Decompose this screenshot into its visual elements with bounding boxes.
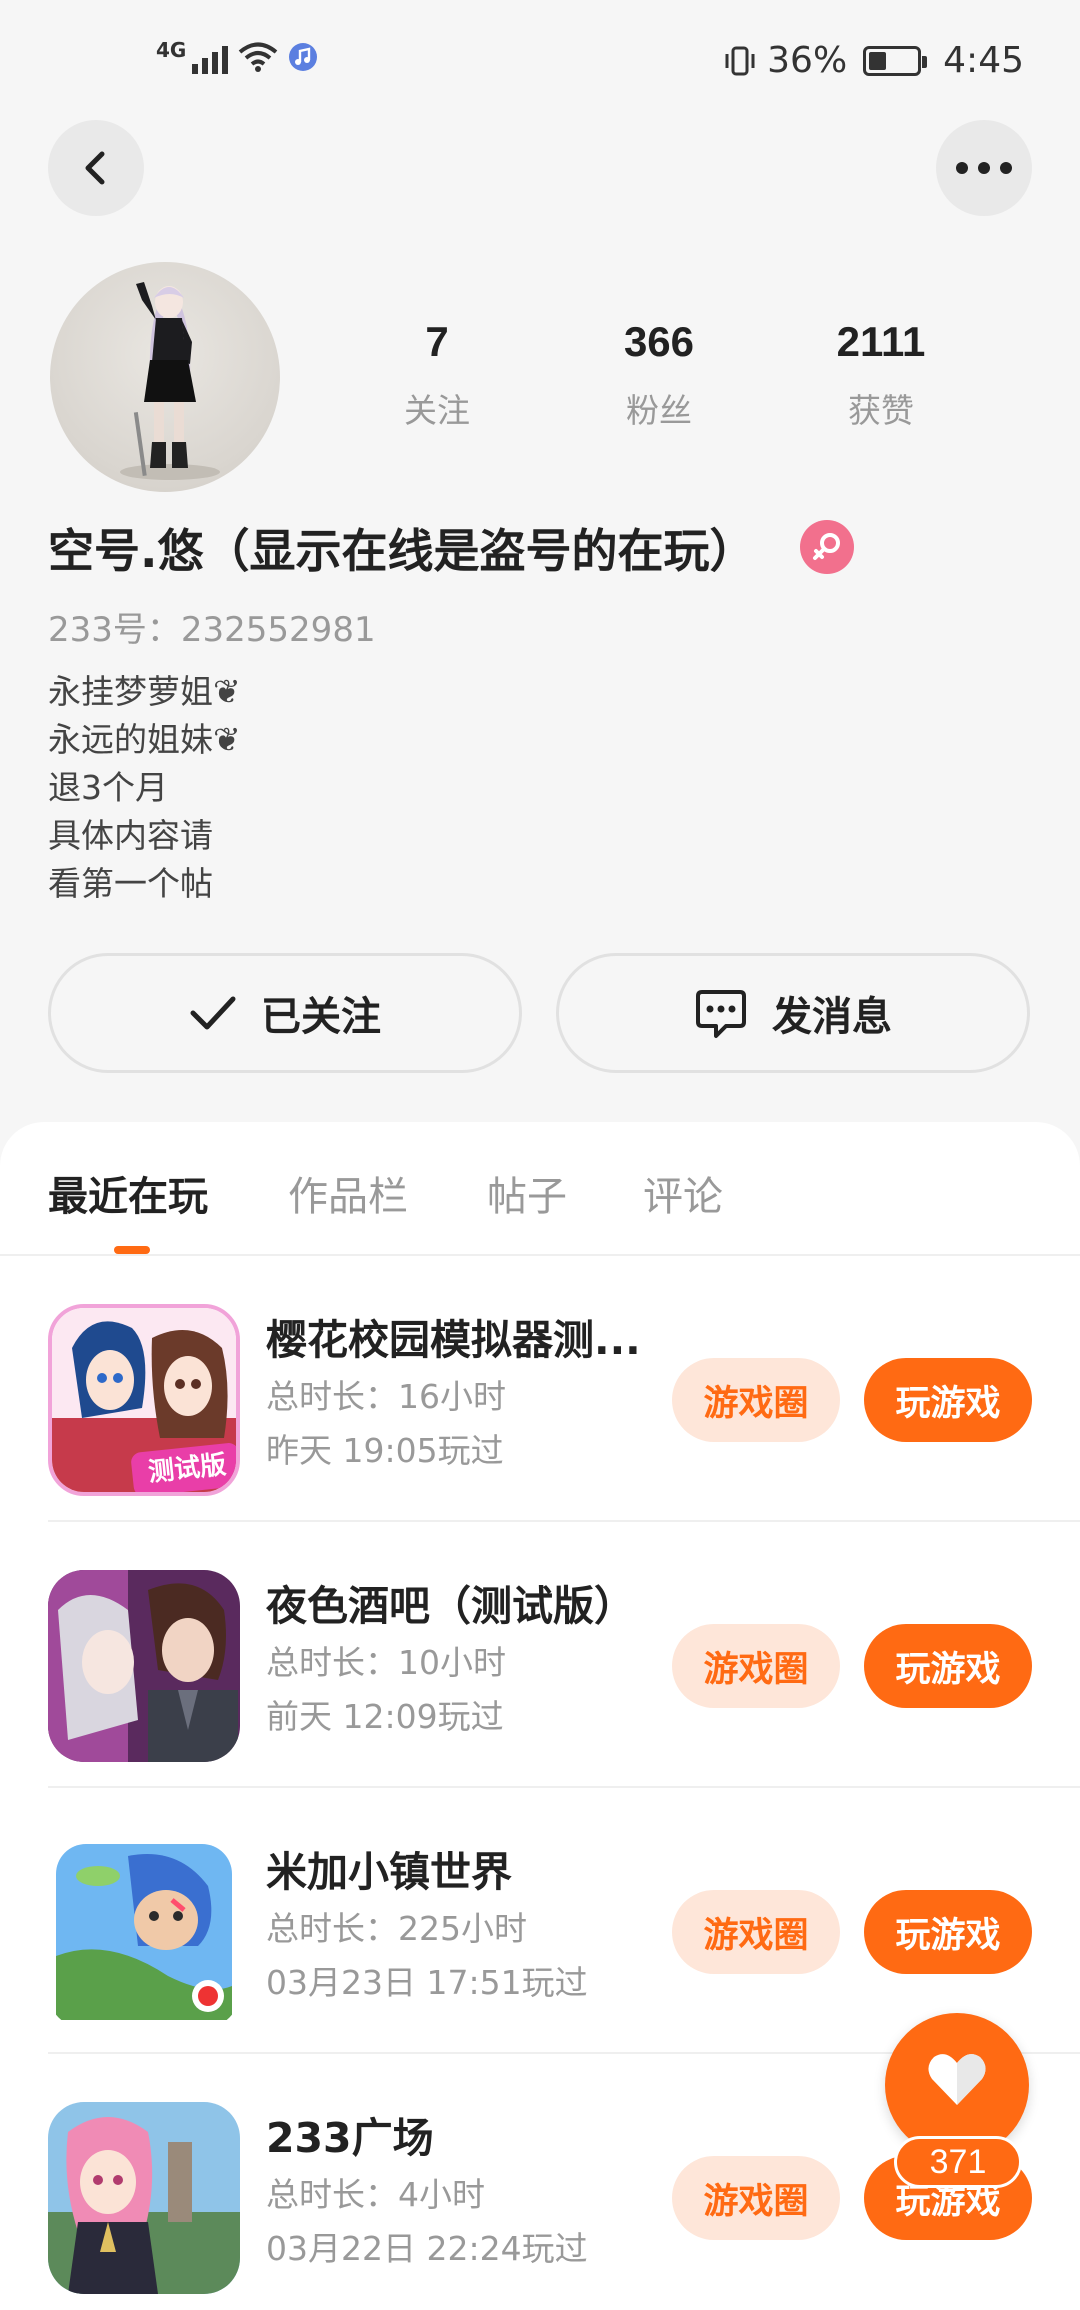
game-icon-233-plaza[interactable] (48, 2102, 240, 2294)
game-title: 夜色酒吧（测试版） (266, 1582, 635, 1630)
following-count: 7 (425, 318, 449, 365)
status-right: 36% 4:45 (723, 40, 1024, 81)
chevron-left-icon (85, 151, 105, 185)
network-label: 4G (156, 38, 187, 62)
game-title: 233广场 (266, 2114, 434, 2162)
user-id: 233号：232552981 (48, 610, 376, 650)
likes-label: 获赞 (848, 391, 914, 430)
bio-line: 具体内容请 (48, 816, 213, 855)
wifi-icon (239, 42, 278, 72)
game-circle-button[interactable]: 游戏圈 (672, 1624, 840, 1708)
stat-following[interactable]: 7 关注 (347, 318, 527, 432)
game-row[interactable]: 测试版 樱花校园模拟器测... 总时长：16小时 昨天 19:05玩过 游戏圈 … (0, 1256, 1080, 1522)
status-bar: 4G 36% 4:45 (0, 0, 1080, 120)
game-last-played: 前天 12:09玩过 (266, 1697, 504, 1736)
tab-posts[interactable]: 帖子 (487, 1164, 567, 1222)
game-last-played: 03月22日 22:24玩过 (266, 2229, 588, 2268)
stat-likes[interactable]: 2111 获赞 (791, 318, 971, 432)
send-message-button[interactable]: 发消息 (556, 953, 1030, 1073)
stat-fans[interactable]: 366 粉丝 (569, 318, 749, 432)
battery-percent: 36% (767, 40, 848, 81)
game-duration: 总时长：10小时 (266, 1643, 506, 1682)
game-icon-miga-town[interactable] (48, 1836, 240, 2028)
signal-icon (192, 40, 229, 74)
game-row[interactable]: 米加小镇世界 总时长：225小时 03月23日 17:51玩过 游戏圈 玩游戏 (0, 1788, 1080, 2054)
game-title: 米加小镇世界 (266, 1848, 512, 1896)
more-button[interactable] (936, 120, 1032, 216)
clock: 4:45 (943, 40, 1024, 81)
like-count: 371 (894, 2136, 1022, 2188)
followed-label: 已关注 (261, 994, 381, 1040)
fans-count: 366 (623, 318, 695, 365)
game-title: 樱花校园模拟器测... (266, 1316, 641, 1364)
battery-icon (863, 45, 928, 76)
play-game-button[interactable]: 玩游戏 (864, 1624, 1032, 1708)
game-icon-night-bar[interactable] (48, 1570, 240, 1762)
following-label: 关注 (404, 391, 470, 430)
tab-indicator (114, 1246, 150, 1254)
game-last-played: 昨天 19:05玩过 (266, 1431, 504, 1470)
check-icon (190, 996, 236, 1030)
bio-line: 永挂梦萝姐❦ (48, 672, 241, 711)
followed-button[interactable]: 已关注 (48, 953, 522, 1073)
heart-icon (928, 2054, 986, 2105)
vibrate-icon (725, 46, 755, 75)
game-circle-button[interactable]: 游戏圈 (672, 1890, 840, 1974)
bio-line: 看第一个帖 (48, 864, 213, 903)
game-last-played: 03月23日 17:51玩过 (266, 1963, 588, 2002)
female-icon (800, 520, 854, 574)
game-icon-sakura[interactable]: 测试版 (48, 1304, 240, 1496)
tab-works[interactable]: 作品栏 (288, 1164, 408, 1222)
game-duration: 总时长：16小时 (266, 1377, 506, 1416)
game-row[interactable]: 夜色酒吧（测试版） 总时长：10小时 前天 12:09玩过 游戏圈 玩游戏 (0, 1522, 1080, 1788)
music-app-icon (289, 43, 318, 71)
play-game-button[interactable]: 玩游戏 (864, 1890, 1032, 1974)
play-game-button[interactable]: 玩游戏 (864, 1358, 1032, 1442)
likes-count: 2111 (836, 318, 926, 365)
game-circle-button[interactable]: 游戏圈 (672, 1358, 840, 1442)
tab-recently-played[interactable]: 最近在玩 (48, 1164, 208, 1222)
game-circle-button[interactable]: 游戏圈 (672, 2156, 840, 2240)
back-button[interactable] (48, 120, 144, 216)
chat-bubble-icon (696, 990, 746, 1038)
tab-bar: 最近在玩 作品栏 帖子 评论 (0, 1122, 1080, 1256)
avatar[interactable] (50, 262, 280, 492)
game-duration: 总时长：225小时 (266, 1909, 527, 1948)
send-message-label: 发消息 (772, 994, 892, 1040)
fans-label: 粉丝 (626, 391, 692, 430)
avatar-figure (120, 282, 220, 480)
nickname: 空号.悠（显示在线是盗号的在玩） (48, 524, 756, 578)
status-left: 4G (156, 38, 318, 74)
more-dots-icon (956, 162, 1012, 174)
tab-comments[interactable]: 评论 (643, 1164, 723, 1222)
bio-line: 退3个月 (48, 768, 168, 807)
game-duration: 总时长：4小时 (266, 2175, 485, 2214)
bio: 永挂梦萝姐❦ 永远的姐妹❦ 退3个月 具体内容请 看第一个帖 (48, 668, 241, 908)
bio-line: 永远的姐妹❦ (48, 720, 241, 759)
